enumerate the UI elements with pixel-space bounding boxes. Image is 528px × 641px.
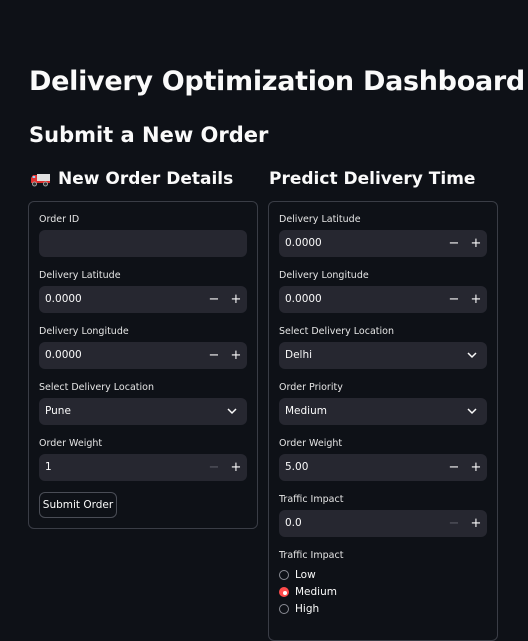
delivery-longitude-value: 0.0000 (45, 349, 82, 361)
traffic-option-low[interactable]: Low (279, 569, 316, 581)
traffic-impact-value: 0.0 (285, 517, 302, 529)
radio-button[interactable] (279, 570, 289, 580)
traffic-increment-button[interactable]: + (465, 510, 487, 537)
chevron-down-icon (467, 408, 477, 415)
predict-heading-text: Predict Delivery Time (269, 169, 476, 189)
traffic-option-low-label: Low (295, 569, 316, 581)
latitude-decrement-button[interactable]: − (203, 286, 225, 313)
traffic-option-medium-label: Medium (295, 586, 337, 598)
predict-weight-decrement-button[interactable]: − (443, 454, 465, 481)
page-title-text: Delivery Optimization Dashboard (29, 66, 525, 97)
traffic-option-medium[interactable]: Medium (279, 586, 337, 598)
radio-button[interactable] (279, 604, 289, 614)
delivery-latitude-value: 0.0000 (45, 293, 82, 305)
order-id-input[interactable] (39, 230, 247, 257)
predict-weight-value: 5.00 (285, 461, 309, 473)
delivery-location-value: Pune (45, 405, 71, 417)
chevron-down-icon (227, 408, 237, 415)
order-weight-value: 1 (45, 461, 52, 473)
weight-increment-button[interactable]: + (225, 454, 247, 481)
traffic-radio-label: Traffic Impact (279, 550, 344, 561)
new-order-form: Order ID Delivery Latitude 0.0000 − + De… (28, 201, 258, 529)
order-priority-value: Medium (285, 405, 327, 417)
predict-weight-label: Order Weight (279, 438, 343, 449)
order-priority-select[interactable]: Medium (279, 398, 487, 425)
predict-latitude-input[interactable]: 0.0000 − + (279, 230, 487, 257)
predict-longitude-increment-button[interactable]: + (465, 286, 487, 313)
predict-longitude-decrement-button[interactable]: − (443, 286, 465, 313)
radio-button-selected[interactable] (279, 587, 289, 597)
predict-latitude-increment-button[interactable]: + (465, 230, 487, 257)
latitude-increment-button[interactable]: + (225, 286, 247, 313)
order-priority-label: Order Priority (279, 382, 343, 393)
longitude-increment-button[interactable]: + (225, 342, 247, 369)
predict-longitude-input[interactable]: 0.0000 − + (279, 286, 487, 313)
page-title: Delivery Optimization Dashboard (29, 66, 528, 97)
chevron-down-icon (467, 352, 477, 359)
predict-latitude-decrement-button[interactable]: − (443, 230, 465, 257)
weight-decrement-button[interactable]: − (203, 454, 225, 481)
submit-order-button[interactable]: Submit Order (39, 492, 117, 518)
traffic-impact-label: Traffic Impact (279, 494, 344, 505)
traffic-option-high[interactable]: High (279, 603, 319, 615)
predict-heading: Predict Delivery Time (269, 169, 475, 189)
section-title: Submit a New Order (29, 123, 269, 147)
order-weight-label: Order Weight (39, 438, 103, 449)
predict-latitude-value: 0.0000 (285, 237, 322, 249)
predict-longitude-value: 0.0000 (285, 293, 322, 305)
predict-weight-increment-button[interactable]: + (465, 454, 487, 481)
traffic-impact-input[interactable]: 0.0 − + (279, 510, 487, 537)
new-order-heading: New Order Details (30, 169, 233, 189)
predict-delivery-form: Delivery Latitude 0.0000 − + Delivery Lo… (268, 201, 498, 641)
truck-icon (30, 172, 51, 187)
delivery-latitude-input[interactable]: 0.0000 − + (39, 286, 247, 313)
delivery-location-label: Select Delivery Location (39, 382, 154, 393)
delivery-location-select[interactable]: Pune (39, 398, 247, 425)
traffic-decrement-button[interactable]: − (443, 510, 465, 537)
order-id-label: Order ID (39, 214, 80, 225)
predict-location-select[interactable]: Delhi (279, 342, 487, 369)
predict-weight-input[interactable]: 5.00 − + (279, 454, 487, 481)
predict-latitude-label: Delivery Latitude (279, 214, 361, 225)
delivery-longitude-input[interactable]: 0.0000 − + (39, 342, 247, 369)
predict-location-label: Select Delivery Location (279, 326, 394, 337)
delivery-latitude-label: Delivery Latitude (39, 270, 121, 281)
longitude-decrement-button[interactable]: − (203, 342, 225, 369)
new-order-heading-text: New Order Details (58, 169, 234, 189)
predict-location-value: Delhi (285, 349, 313, 361)
order-weight-input[interactable]: 1 − + (39, 454, 247, 481)
predict-longitude-label: Delivery Longitude (279, 270, 369, 281)
delivery-longitude-label: Delivery Longitude (39, 326, 129, 337)
traffic-option-high-label: High (295, 603, 320, 615)
